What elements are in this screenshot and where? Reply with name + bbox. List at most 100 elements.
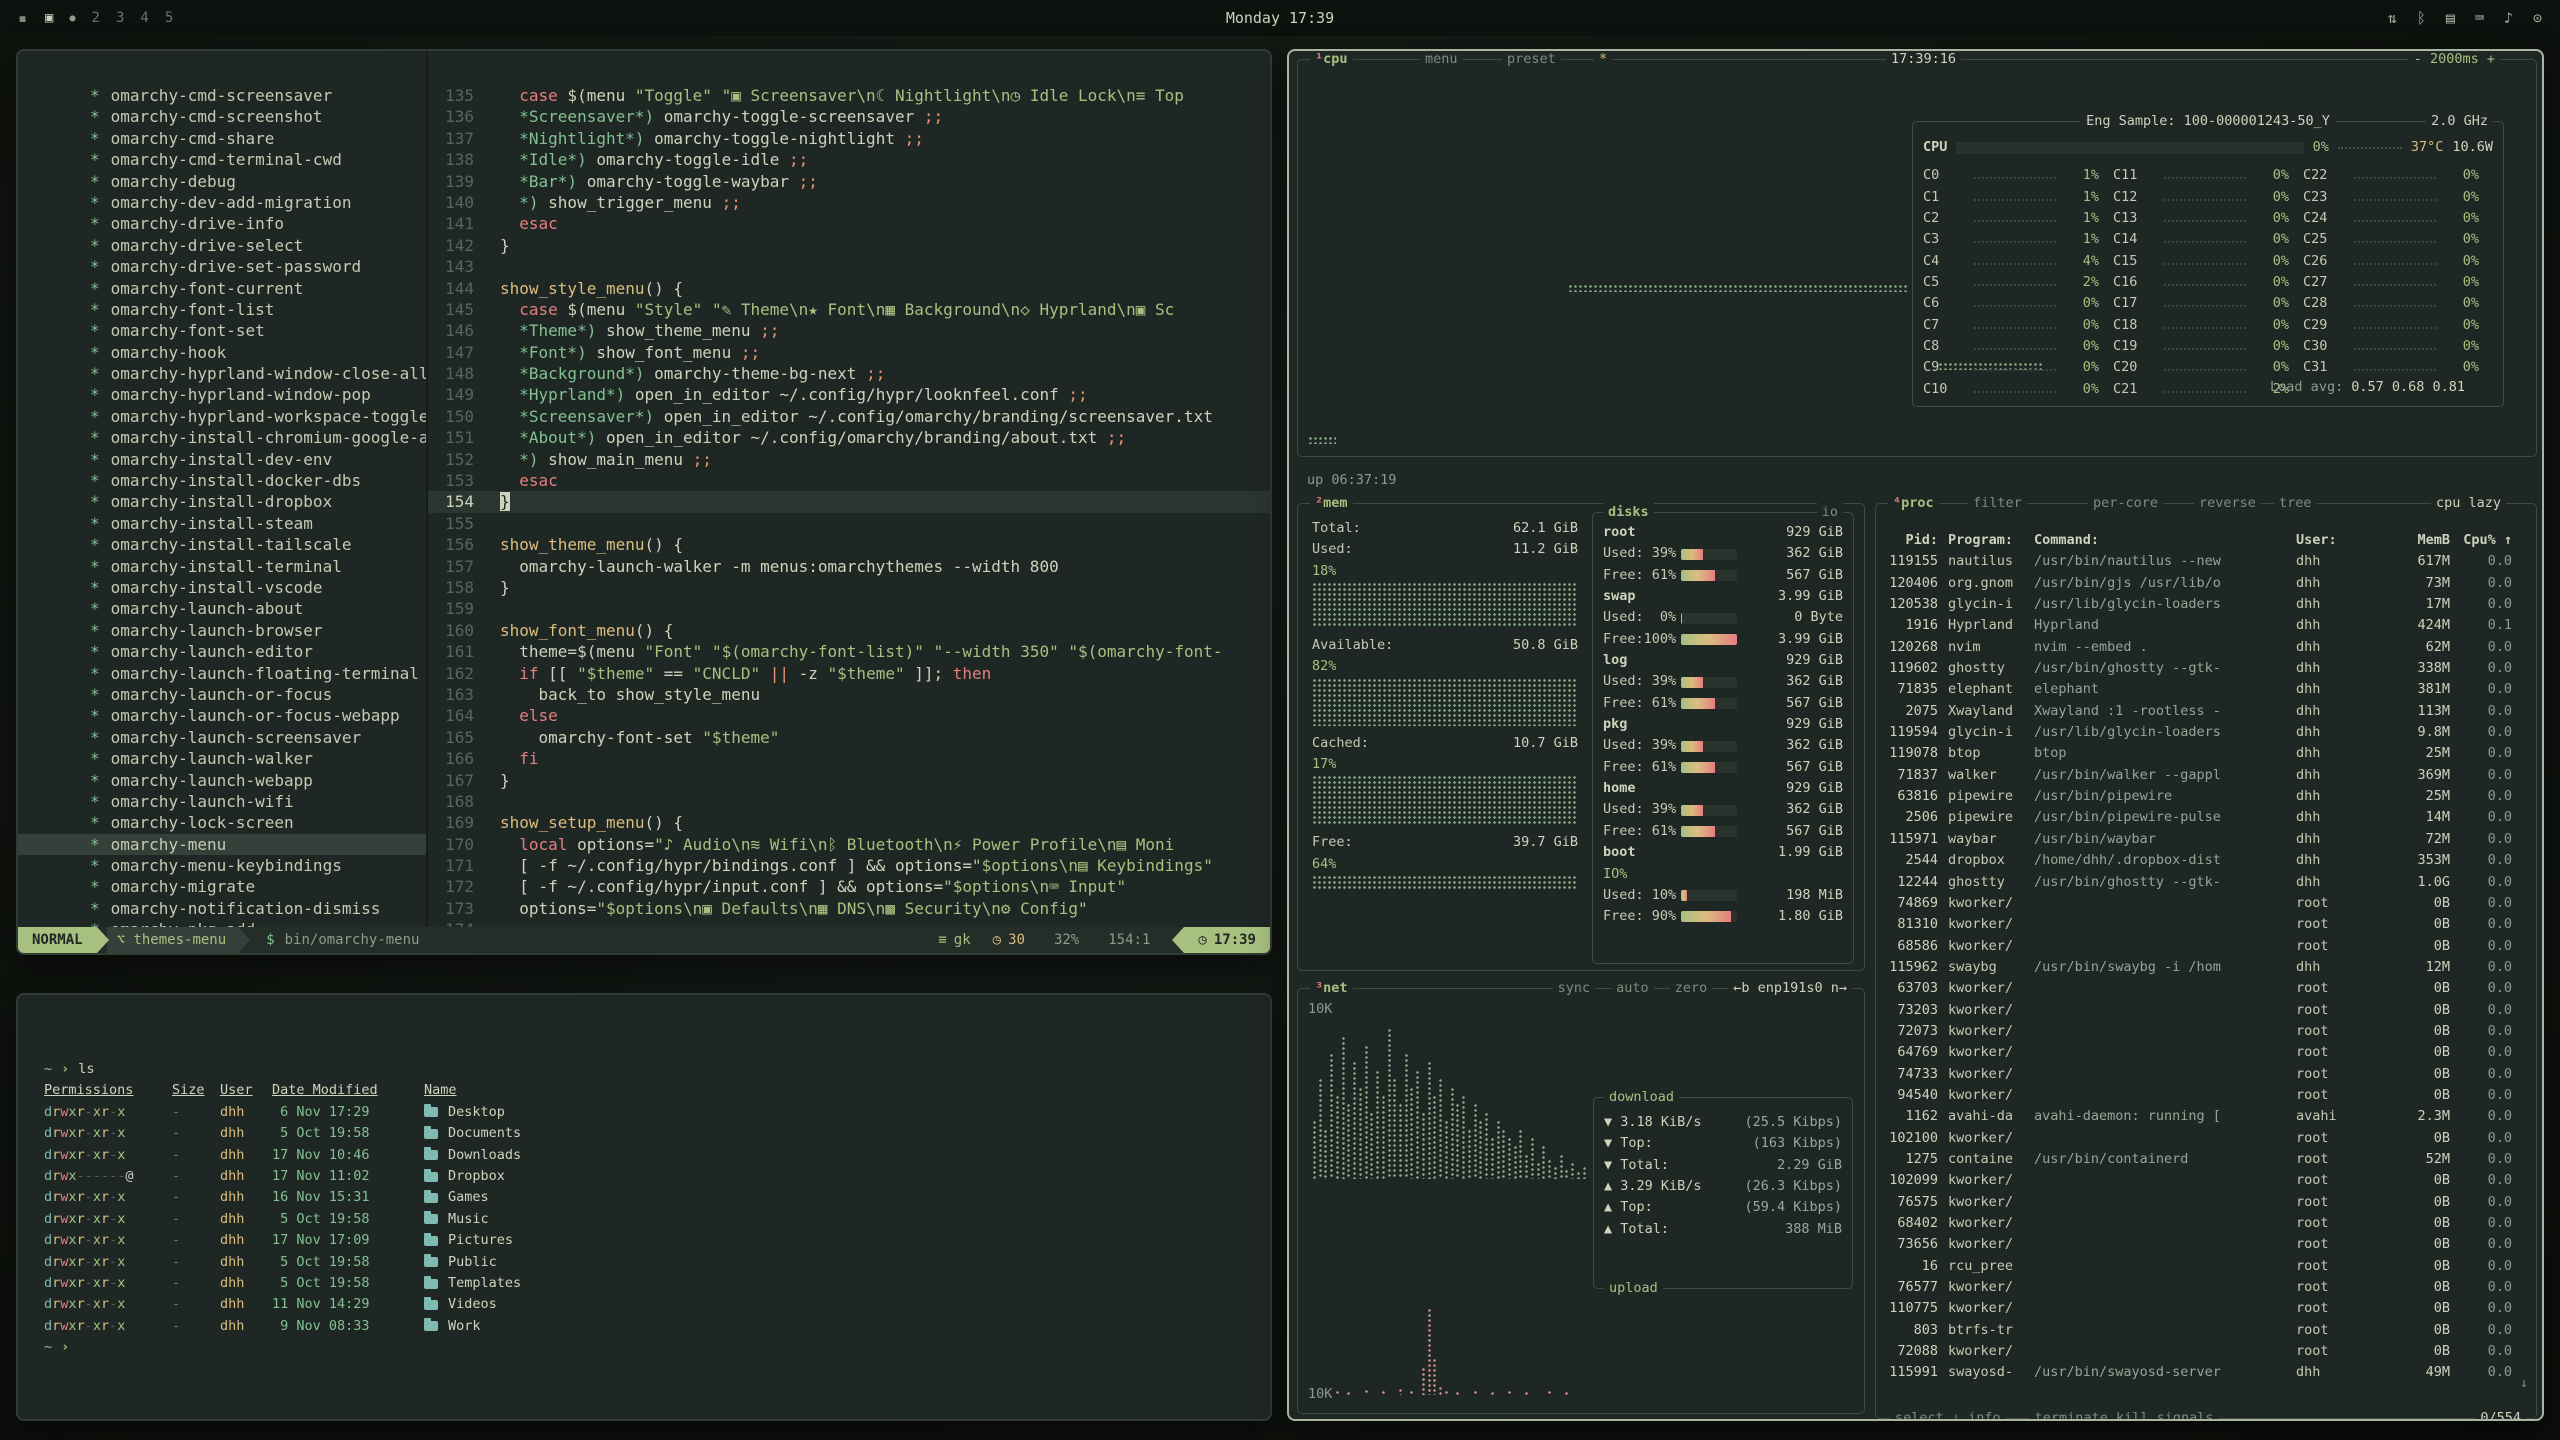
file-item[interactable]: *omarchy-launch-or-focus <box>18 684 426 705</box>
process-row[interactable]: 115962 swaybg /usr/bin/swaybg -i /hom dh… <box>1876 957 2536 978</box>
tray-icon[interactable]: ᛒ <box>2417 9 2426 27</box>
network-interface[interactable]: ←b enp191s0 n→ <box>1728 978 1852 999</box>
file-item[interactable]: *omarchy-launch-or-focus-webapp <box>18 705 426 726</box>
process-row[interactable]: 1162 avahi-da avahi-daemon: running [ av… <box>1876 1106 2536 1127</box>
scroll-down-icon[interactable]: ↓ <box>2520 1373 2528 1394</box>
process-row[interactable]: 73656 kworker/ root 0B 0.0 <box>1876 1234 2536 1255</box>
launcher-icon[interactable]: ▪ <box>18 9 27 27</box>
workspace-item[interactable]: ▣ <box>45 10 53 26</box>
process-row[interactable]: 119594 glycin-i /usr/lib/glycin-loaders … <box>1876 722 2536 743</box>
file-item[interactable]: *omarchy-drive-select <box>18 235 426 256</box>
preset-star[interactable]: * <box>1594 49 1612 70</box>
process-panel-title[interactable]: ⁴proc <box>1888 493 1939 514</box>
refresh-interval-control[interactable]: - 2000ms + <box>2409 49 2500 70</box>
process-table-header[interactable]: Pid: Program: Command: User: MemB Cpu% ↑ <box>1876 530 2536 551</box>
file-item[interactable]: *omarchy-install-terminal <box>18 556 426 577</box>
terminal-window[interactable]: ~›ls PermissionsSizeUserDate ModifiedNam… <box>16 993 1272 1421</box>
workspace-item[interactable]: 2 <box>92 10 100 26</box>
file-item[interactable]: *omarchy-launch-floating-terminal <box>18 663 426 684</box>
workspace-item[interactable]: ● <box>69 13 75 24</box>
cpu-panel-title[interactable]: ¹cpu <box>1310 49 1353 70</box>
memory-panel-title[interactable]: ²mem <box>1310 493 1353 514</box>
process-row[interactable]: 120538 glycin-i /usr/lib/glycin-loaders … <box>1876 594 2536 615</box>
process-row[interactable]: 76575 kworker/ root 0B 0.0 <box>1876 1192 2536 1213</box>
process-row[interactable]: 71835 elephant elephant dhh 381M 0.0 <box>1876 679 2536 700</box>
process-row[interactable]: 119155 nautilus /usr/bin/nautilus --new … <box>1876 551 2536 572</box>
file-item[interactable]: *omarchy-pkg-add <box>18 919 426 927</box>
proc-option[interactable]: tree <box>2274 493 2317 514</box>
tray-icon[interactable]: ⌨ <box>2475 9 2484 27</box>
net-auto-toggle[interactable]: auto <box>1611 978 1654 999</box>
process-row[interactable]: 102099 kworker/ root 0B 0.0 <box>1876 1170 2536 1191</box>
process-row[interactable]: 102100 kworker/ root 0B 0.0 <box>1876 1128 2536 1149</box>
process-row[interactable]: 119602 ghostty /usr/bin/ghostty --gtk- d… <box>1876 658 2536 679</box>
process-row[interactable]: 115971 waybar /usr/bin/waybar dhh 72M 0.… <box>1876 829 2536 850</box>
file-item[interactable]: *omarchy-install-docker-dbs <box>18 470 426 491</box>
file-item[interactable]: *omarchy-font-set <box>18 320 426 341</box>
tray-icon[interactable]: ⇅ <box>2388 9 2397 27</box>
process-row[interactable]: 73203 kworker/ root 0B 0.0 <box>1876 1000 2536 1021</box>
process-row[interactable]: 115991 swayosd- /usr/bin/swayosd-server … <box>1876 1362 2536 1383</box>
file-item[interactable]: *omarchy-launch-wifi <box>18 791 426 812</box>
file-item[interactable]: *omarchy-migrate <box>18 876 426 897</box>
prompt-line[interactable]: ~› <box>44 1337 1270 1358</box>
code-editor[interactable]: 135 case $(menu "Toggle" "▣ Screensaver\… <box>428 51 1270 927</box>
process-row[interactable]: 63816 pipewire /usr/bin/pipewire dhh 25M… <box>1876 786 2536 807</box>
proc-option[interactable]: per-core <box>2088 493 2163 514</box>
process-row[interactable]: 63703 kworker/ root 0B 0.0 <box>1876 978 2536 999</box>
net-sync-toggle[interactable]: sync <box>1553 978 1596 999</box>
file-item[interactable]: *omarchy-install-dev-env <box>18 449 426 470</box>
process-row[interactable]: 2506 pipewire /usr/bin/pipewire-pulse dh… <box>1876 807 2536 828</box>
process-row[interactable]: 119078 btop btop dhh 25M 0.0 <box>1876 743 2536 764</box>
process-row[interactable]: 1916 Hyprland Hyprland dhh 424M 0.1 <box>1876 615 2536 636</box>
file-item[interactable]: *omarchy-notification-dismiss <box>18 898 426 919</box>
process-row[interactable]: 120268 nvim nvim --embed . dhh 62M 0.0 <box>1876 637 2536 658</box>
file-item[interactable]: *omarchy-drive-info <box>18 213 426 234</box>
network-panel-title[interactable]: ³net <box>1310 978 1353 999</box>
process-row[interactable]: 68402 kworker/ root 0B 0.0 <box>1876 1213 2536 1234</box>
proc-actions[interactable]: terminate kill signals <box>2030 1408 2219 1421</box>
proc-select-hint[interactable]: select ↓ info <box>1890 1408 2006 1421</box>
file-item[interactable]: *omarchy-cmd-terminal-cwd <box>18 149 426 170</box>
tray-icon[interactable]: ♪ <box>2504 9 2513 27</box>
file-item[interactable]: *omarchy-hyprland-workspace-toggle <box>18 406 426 427</box>
file-item[interactable]: *omarchy-menu-keybindings <box>18 855 426 876</box>
file-item[interactable]: *omarchy-drive-set-password <box>18 256 426 277</box>
file-item[interactable]: *omarchy-launch-about <box>18 598 426 619</box>
file-item[interactable]: *omarchy-launch-walker <box>18 748 426 769</box>
process-row[interactable]: 74733 kworker/ root 0B 0.0 <box>1876 1064 2536 1085</box>
tray-icon[interactable]: ⊙ <box>2533 9 2542 27</box>
file-item[interactable]: *omarchy-hyprland-window-pop <box>18 384 426 405</box>
process-row[interactable]: 74869 kworker/ root 0B 0.0 <box>1876 893 2536 914</box>
process-row[interactable]: 120406 org.gnom /usr/bin/gjs /usr/lib/o … <box>1876 573 2536 594</box>
file-item[interactable]: *omarchy-install-vscode <box>18 577 426 598</box>
proc-option[interactable]: filter <box>1968 493 2027 514</box>
file-item[interactable]: *omarchy-install-dropbox <box>18 491 426 512</box>
file-item[interactable]: *omarchy-font-list <box>18 299 426 320</box>
file-item[interactable]: *omarchy-cmd-screensaver <box>18 85 426 106</box>
process-row[interactable]: 2075 Xwayland Xwayland :1 -rootless - dh… <box>1876 701 2536 722</box>
process-row[interactable]: 76577 kworker/ root 0B 0.0 <box>1876 1277 2536 1298</box>
process-row[interactable]: 1275 containe /usr/bin/containerd root 5… <box>1876 1149 2536 1170</box>
file-item[interactable]: *omarchy-launch-editor <box>18 641 426 662</box>
disks-title[interactable]: disks <box>1603 502 1654 523</box>
file-item[interactable]: *omarchy-debug <box>18 171 426 192</box>
process-row[interactable]: 64769 kworker/ root 0B 0.0 <box>1876 1042 2536 1063</box>
workspace-item[interactable]: 5 <box>165 10 173 26</box>
process-row[interactable]: 12244 ghostty /usr/bin/ghostty --gtk- dh… <box>1876 872 2536 893</box>
process-row[interactable]: 110775 kworker/ root 0B 0.0 <box>1876 1298 2536 1319</box>
workspace-item[interactable]: 4 <box>140 10 148 26</box>
process-row[interactable]: 81310 kworker/ root 0B 0.0 <box>1876 914 2536 935</box>
file-item[interactable]: *omarchy-menu <box>18 834 426 855</box>
menu-button[interactable]: menu <box>1420 49 1463 70</box>
file-item[interactable]: *omarchy-dev-add-migration <box>18 192 426 213</box>
process-row[interactable]: 2544 dropbox /home/dhh/.dropbox-dist dhh… <box>1876 850 2536 871</box>
file-item[interactable]: *omarchy-hyprland-window-close-all <box>18 363 426 384</box>
workspace-item[interactable]: 3 <box>116 10 124 26</box>
process-row[interactable]: 94540 kworker/ root 0B 0.0 <box>1876 1085 2536 1106</box>
process-row[interactable]: 71837 walker /usr/bin/walker --gappl dhh… <box>1876 765 2536 786</box>
proc-option[interactable]: reverse <box>2194 493 2261 514</box>
file-item[interactable]: *omarchy-cmd-share <box>18 128 426 149</box>
file-item[interactable]: *omarchy-install-steam <box>18 513 426 534</box>
proc-sort-selector[interactable]: cpu lazy <box>2431 493 2506 514</box>
